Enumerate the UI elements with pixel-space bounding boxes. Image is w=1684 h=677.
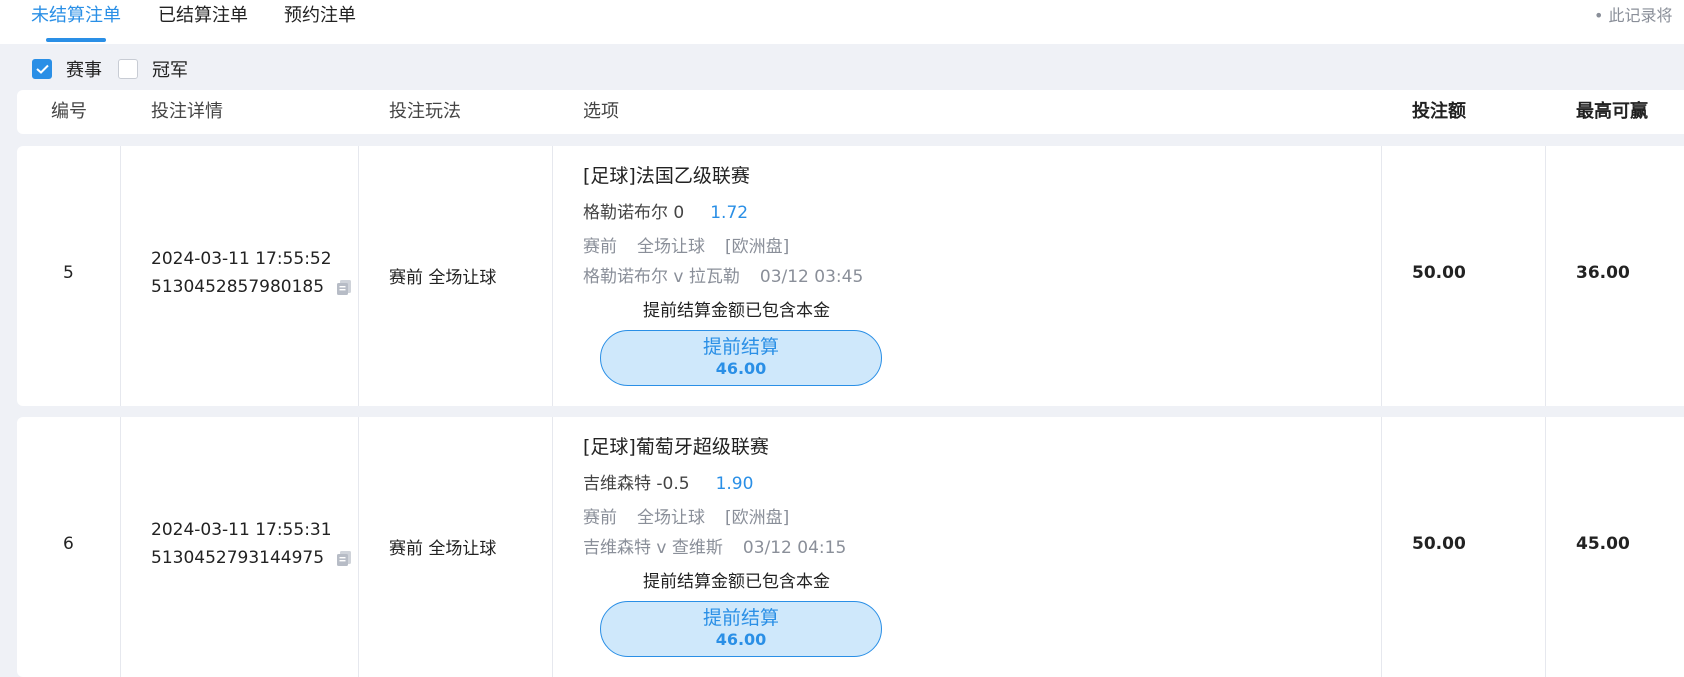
cashout-amount: 46.00 xyxy=(715,359,767,378)
market-plate: [欧洲盘] xyxy=(725,508,790,528)
cashout-label: 提前结算 xyxy=(702,336,779,358)
table-row: 6 2024-03-11 17:55:31 5130452793144975 赛… xyxy=(17,417,1684,677)
market-plate: [欧洲盘] xyxy=(725,237,790,257)
header-play: 投注玩法 xyxy=(389,101,461,122)
order-number-row: 5130452857980185 xyxy=(151,277,353,297)
stake-amount: 50.00 xyxy=(1412,263,1466,283)
max-win-amount: 36.00 xyxy=(1576,263,1630,283)
selection: 吉维森特 -0.5 xyxy=(583,474,690,494)
check-icon xyxy=(35,64,49,74)
order-number: 5130452793144975 xyxy=(151,548,325,568)
header-stake: 投注额 xyxy=(1412,101,1466,122)
cashout-button[interactable]: 提前结算 46.00 xyxy=(600,330,882,386)
order-number-row: 5130452793144975 xyxy=(151,548,353,568)
matches-label: 赛事 xyxy=(66,60,102,81)
filter-outrights[interactable]: 冠军 xyxy=(118,57,188,81)
header-detail: 投注详情 xyxy=(151,101,223,122)
market-line: 赛前 全场让球 [欧洲盘] xyxy=(583,503,789,528)
bet-datetime: 2024-03-11 17:55:52 xyxy=(151,249,332,269)
match-teams: 吉维森特 v 查维斯 xyxy=(583,538,723,558)
cashout-label: 提前结算 xyxy=(702,607,779,629)
bet-datetime: 2024-03-11 17:55:31 xyxy=(151,520,332,540)
outrights-label: 冠军 xyxy=(152,60,188,81)
tab-unsettled[interactable]: 未结算注单 xyxy=(31,0,121,34)
cashout-note: 提前结算金额已包含本金 xyxy=(643,572,830,592)
records-notice: • 此记录将 xyxy=(1594,6,1673,25)
tab-settled[interactable]: 已结算注单 xyxy=(158,0,248,34)
stake-amount: 50.00 xyxy=(1412,534,1466,554)
table-row: 5 2024-03-11 17:55:52 5130452857980185 赛… xyxy=(17,146,1684,406)
selection: 格勒诺布尔 0 xyxy=(583,203,685,223)
match-time: 03/12 03:45 xyxy=(759,267,864,287)
market-stage: 赛前 xyxy=(583,508,617,528)
filter-matches[interactable]: 赛事 xyxy=(32,57,102,81)
copy-icon[interactable] xyxy=(335,278,353,296)
order-number: 5130452857980185 xyxy=(151,277,325,297)
tab-reserved[interactable]: 预约注单 xyxy=(284,0,356,34)
selection-line: 吉维森特 -0.5 1.90 xyxy=(583,469,753,494)
market-type: 全场让球 xyxy=(637,508,705,528)
table-header: 编号 投注详情 投注玩法 选项 投注额 最高可赢 xyxy=(17,90,1684,134)
copy-icon[interactable] xyxy=(335,549,353,567)
match-time: 03/12 04:15 xyxy=(742,538,847,558)
match-line: 吉维森特 v 查维斯 03/12 04:15 xyxy=(583,533,846,558)
cashout-amount: 46.00 xyxy=(715,630,767,649)
market-stage: 赛前 xyxy=(583,237,617,257)
league-name: [足球]葡萄牙超级联赛 xyxy=(583,436,769,458)
odds: 1.90 xyxy=(715,474,754,494)
header-max-win: 最高可赢 xyxy=(1576,101,1648,122)
match-line: 格勒诺布尔 v 拉瓦勒 03/12 03:45 xyxy=(583,262,863,287)
bet-id: 6 xyxy=(63,534,74,554)
outrights-checkbox[interactable] xyxy=(118,59,138,79)
header-option: 选项 xyxy=(583,101,619,122)
market-line: 赛前 全场让球 [欧洲盘] xyxy=(583,232,789,257)
tabs-bar: 未结算注单 已结算注单 预约注单 • 此记录将 xyxy=(0,0,1684,44)
match-teams: 格勒诺布尔 v 拉瓦勒 xyxy=(583,267,740,287)
bet-play: 赛前 全场让球 xyxy=(389,268,497,288)
cashout-note: 提前结算金额已包含本金 xyxy=(643,301,830,321)
cashout-button[interactable]: 提前结算 46.00 xyxy=(600,601,882,657)
max-win-amount: 45.00 xyxy=(1576,534,1630,554)
odds: 1.72 xyxy=(710,203,749,223)
bet-play: 赛前 全场让球 xyxy=(389,539,497,559)
market-type: 全场让球 xyxy=(637,237,705,257)
selection-line: 格勒诺布尔 0 1.72 xyxy=(583,198,748,223)
header-id: 编号 xyxy=(51,101,87,122)
league-name: [足球]法国乙级联赛 xyxy=(583,165,750,187)
active-tab-indicator xyxy=(46,38,106,42)
bet-id: 5 xyxy=(63,263,74,283)
matches-checkbox[interactable] xyxy=(32,59,52,79)
